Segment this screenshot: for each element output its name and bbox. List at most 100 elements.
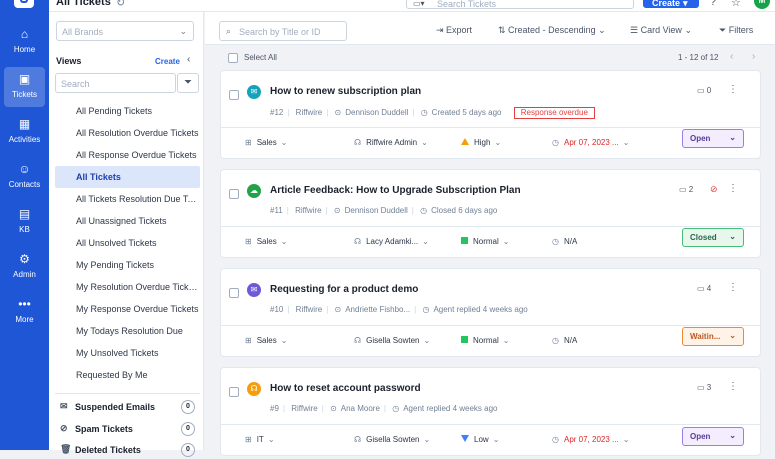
- eye-off-icon[interactable]: ⊘: [710, 184, 718, 195]
- category-dropdown[interactable]: ⊞ Sales ⌄: [245, 336, 287, 345]
- due-date-field[interactable]: ◷ N/A: [552, 336, 577, 345]
- ticket-search-input[interactable]: ⌕ Search by Title or ID: [219, 21, 347, 41]
- ticket-meta: #11 | Riffwire | ⊙ Dennison Duddell | ◷ Close…: [270, 206, 501, 215]
- category-dropdown[interactable]: ⊞ IT ⌄: [245, 435, 275, 444]
- ticket-title[interactable]: How to renew subscription plan: [270, 86, 421, 97]
- agent-dropdown[interactable]: ☊ Gisella Sowten ⌄: [354, 336, 430, 345]
- due-date-field[interactable]: ◷ N/A: [552, 237, 577, 246]
- nav-label: More: [15, 315, 34, 324]
- ticket-title[interactable]: How to reset account password: [270, 383, 421, 394]
- ticket-contact[interactable]: Dennison Duddell: [345, 108, 408, 117]
- view-item[interactable]: My Resolution Overdue Tickets: [55, 276, 200, 298]
- export-button[interactable]: ⇥ Export: [436, 25, 472, 36]
- clock-icon: ◷: [420, 108, 428, 117]
- view-item[interactable]: All Unsolved Tickets: [55, 232, 200, 254]
- priority-dropdown[interactable]: Normal ⌄: [461, 336, 509, 345]
- nav-tickets[interactable]: ▣ Tickets: [4, 67, 45, 107]
- create-view-link[interactable]: Create: [155, 57, 180, 66]
- ticket-checkbox[interactable]: [229, 288, 239, 298]
- comment-icon: ▭: [679, 185, 689, 194]
- comments-count[interactable]: ▭ 3: [697, 383, 711, 392]
- due-date-dropdown[interactable]: ◷ Apr 07, 2023 ... ⌄: [552, 435, 629, 444]
- brand-select[interactable]: All Brands ⌄: [56, 21, 194, 41]
- global-search[interactable]: ▭▾ Search Tickets: [406, 0, 634, 9]
- select-all-checkbox[interactable]: [228, 53, 238, 63]
- category-dropdown[interactable]: ⊞ Sales ⌄: [245, 237, 287, 246]
- bookmark-icon[interactable]: ☆: [731, 0, 741, 9]
- view-item[interactable]: All Resolution Overdue Tickets: [55, 122, 200, 144]
- more-options-icon[interactable]: ⋮: [728, 381, 738, 392]
- priority-dropdown[interactable]: Low ⌄: [461, 435, 499, 444]
- ticket-title[interactable]: Requesting for a product demo: [270, 284, 418, 295]
- nav-home[interactable]: ⌂ Home: [4, 22, 45, 62]
- next-page-icon[interactable]: ›: [752, 51, 755, 62]
- ticket-contact[interactable]: Andriette Fishbo...: [345, 305, 410, 314]
- view-item[interactable]: All Tickets Resolution Due Today: [55, 188, 200, 210]
- create-button[interactable]: Create ▾: [643, 0, 699, 8]
- comments-count[interactable]: ▭ 2: [679, 185, 693, 194]
- nav-admin[interactable]: ⚙ Admin: [4, 247, 45, 287]
- priority-dropdown[interactable]: Normal ⌄: [461, 237, 509, 246]
- ticket-title[interactable]: Article Feedback: How to Upgrade Subscri…: [270, 185, 521, 196]
- help-icon[interactable]: ?: [710, 0, 716, 8]
- view-item[interactable]: My Response Overdue Tickets: [55, 298, 200, 320]
- status-dropdown[interactable]: Waitin... ⌄: [682, 327, 744, 346]
- collapse-panel-icon[interactable]: ‹: [187, 54, 190, 65]
- filters-button[interactable]: ⏷ Filters: [719, 25, 753, 36]
- due-date-value: Apr 07, 2023 ...: [563, 435, 619, 444]
- refresh-icon[interactable]: ↻: [116, 0, 125, 9]
- priority-dropdown[interactable]: High ⌄: [461, 138, 501, 147]
- view-item[interactable]: All Unassigned Tickets: [55, 210, 200, 232]
- more-options-icon[interactable]: ⋮: [728, 282, 738, 293]
- suspended-emails-item[interactable]: ✉ Suspended Emails 0: [60, 398, 200, 416]
- ticket-checkbox[interactable]: [229, 189, 239, 199]
- ticket-contact[interactable]: Ana Moore: [341, 404, 380, 413]
- view-mode-dropdown[interactable]: ☰ Card View ⌄: [630, 25, 692, 36]
- deleted-tickets-item[interactable]: 🗑 Deleted Tickets 0: [60, 441, 200, 459]
- ticket-card[interactable]: ☊ How to reset account password #9 | Riff…: [220, 367, 761, 456]
- agent-dropdown[interactable]: ☊ Gisella Sowten ⌄: [354, 435, 430, 444]
- clock-icon: ◷: [420, 206, 428, 215]
- category-dropdown[interactable]: ⊞ Sales ⌄: [245, 138, 287, 147]
- sort-dropdown[interactable]: ⇅ Created - Descending ⌄: [498, 25, 606, 36]
- view-item[interactable]: All Pending Tickets: [55, 100, 200, 122]
- more-options-icon[interactable]: ⋮: [728, 183, 738, 194]
- agent-dropdown[interactable]: ☊ Lacy Adamki... ⌄: [354, 237, 429, 246]
- nav-kb[interactable]: ▤ KB: [4, 202, 45, 242]
- view-item[interactable]: My Todays Resolution Due: [55, 320, 200, 342]
- due-date-dropdown[interactable]: ◷ Apr 07, 2023 ... ⌄: [552, 138, 629, 147]
- view-item[interactable]: Requested By Me: [55, 364, 200, 386]
- nav-contacts[interactable]: ☺ Contacts: [4, 157, 45, 197]
- select-all-label: Select All: [244, 53, 277, 62]
- search-scope-icon[interactable]: ▭▾: [413, 0, 425, 8]
- ticket-checkbox[interactable]: [229, 90, 239, 100]
- view-item[interactable]: My Unsolved Tickets: [55, 342, 200, 364]
- ticket-checkbox[interactable]: [229, 387, 239, 397]
- ticket-card[interactable]: ✉ How to renew subscription plan #12 | Ri…: [220, 70, 761, 159]
- nav-activities[interactable]: ▦ Activities: [4, 112, 45, 152]
- priority-value: Normal: [473, 336, 499, 345]
- prev-page-icon[interactable]: ‹: [730, 51, 733, 62]
- agent-dropdown[interactable]: ☊ Riffwire Admin ⌄: [354, 138, 428, 147]
- view-item[interactable]: All Response Overdue Tickets: [55, 144, 200, 166]
- more-options-icon[interactable]: ⋮: [728, 84, 738, 95]
- ticket-card[interactable]: ☁ Article Feedback: How to Upgrade Subsc…: [220, 169, 761, 258]
- app-logo[interactable]: [14, 0, 34, 8]
- status-dropdown[interactable]: Closed ⌄: [682, 228, 744, 247]
- comments-count[interactable]: ▭ 0: [697, 86, 711, 95]
- view-item-active[interactable]: All Tickets: [55, 166, 200, 188]
- filter-icon[interactable]: ⏷: [177, 73, 199, 93]
- view-item[interactable]: My Pending Tickets: [55, 254, 200, 276]
- nav-more[interactable]: ••• More: [4, 292, 45, 332]
- ticket-card[interactable]: ✉ Requesting for a product demo #10 | Rif…: [220, 268, 761, 357]
- avatar[interactable]: M: [754, 0, 770, 9]
- count-badge: 0: [181, 422, 195, 436]
- gear-icon: ⚙: [19, 252, 30, 266]
- ticket-contact[interactable]: Dennison Duddell: [345, 206, 408, 215]
- spam-tickets-item[interactable]: ⊘ Spam Tickets 0: [60, 420, 200, 438]
- views-heading: Views: [56, 56, 82, 66]
- status-dropdown[interactable]: Open ⌄: [682, 427, 744, 446]
- status-dropdown[interactable]: Open ⌄: [682, 129, 744, 148]
- comments-count[interactable]: ▭ 4: [697, 284, 711, 293]
- views-search-input[interactable]: Search: [55, 73, 176, 93]
